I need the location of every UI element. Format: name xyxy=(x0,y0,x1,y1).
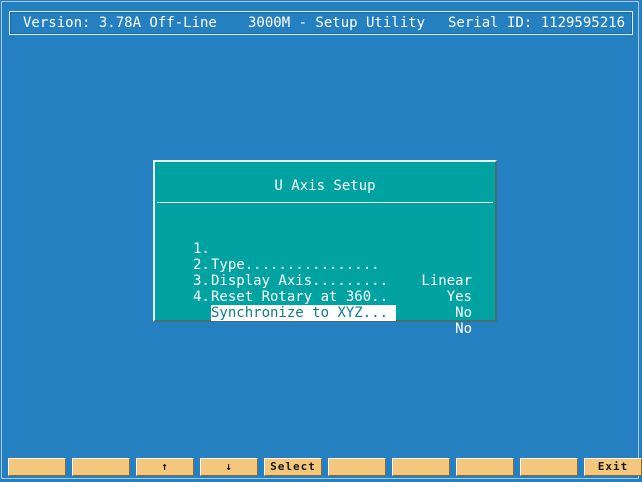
menu-item-display-axis[interactable]: 2. Display Axis......... Yes xyxy=(155,241,495,305)
serial-id-label: Serial ID: 1129595216 xyxy=(448,15,626,31)
function-key-bar: ↑ ↓ Select Exit xyxy=(0,458,642,477)
up-arrow-button[interactable]: ↑ xyxy=(136,458,194,476)
menu-item-value: Yes xyxy=(446,289,472,305)
exit-button[interactable]: Exit xyxy=(584,458,642,476)
menu-item-label: Reset Rotary at 360.. xyxy=(211,289,389,305)
function-key-f9[interactable] xyxy=(520,458,578,476)
menu-item-label-selected: Synchronize to XYZ... xyxy=(211,305,397,321)
menu-item-value: No xyxy=(455,321,472,337)
function-key-f6[interactable] xyxy=(328,458,386,476)
menu-item-reset-rotary[interactable]: 3. Reset Rotary at 360.. No xyxy=(155,257,495,321)
header-bar: Version: 3.78A Off-Line 3000M - Setup Ut… xyxy=(9,11,633,35)
function-key-f1[interactable] xyxy=(8,458,66,476)
function-key-f2[interactable] xyxy=(72,458,130,476)
dialog-title: U Axis Setup xyxy=(274,178,376,194)
function-key-f8[interactable] xyxy=(456,458,514,476)
select-button[interactable]: Select xyxy=(264,458,322,476)
down-arrow-button[interactable]: ↓ xyxy=(200,458,258,476)
function-key-f7[interactable] xyxy=(392,458,450,476)
dialog-divider xyxy=(157,202,493,203)
version-label: Version: 3.78A Off-Line xyxy=(23,15,217,31)
menu-item-number: 4. xyxy=(193,289,210,305)
app-title: 3000M - Setup Utility xyxy=(248,15,426,31)
menu-item-type[interactable]: 1. Type................ Linear xyxy=(155,225,495,289)
u-axis-setup-dialog: U Axis Setup 1. Type................ Lin… xyxy=(153,160,497,337)
menu-item-synchronize[interactable]: 4. Synchronize to XYZ... No xyxy=(155,273,495,337)
menu-item-value: No xyxy=(455,305,472,321)
